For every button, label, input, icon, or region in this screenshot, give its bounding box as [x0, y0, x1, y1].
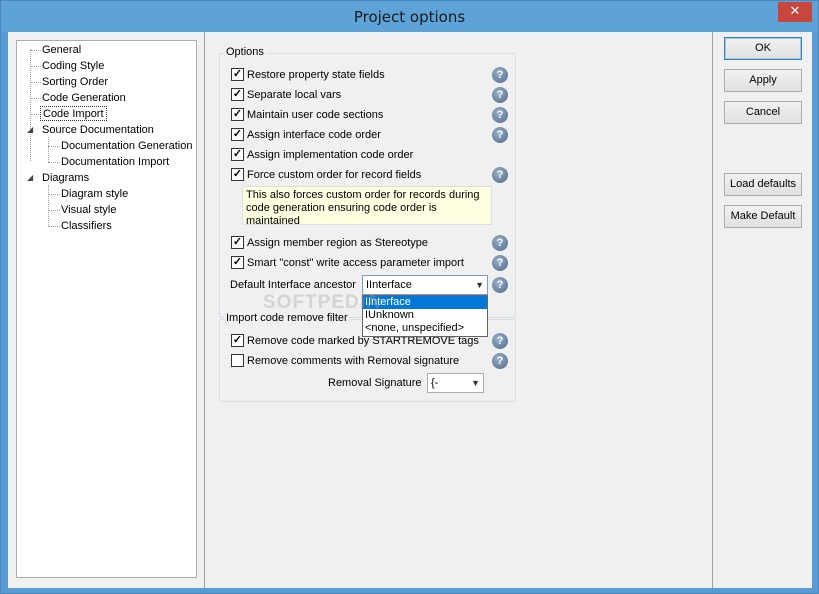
help-icon[interactable]: ? — [492, 87, 508, 103]
selected-value: IInterface — [366, 279, 412, 291]
window-title: Project options — [353, 8, 466, 26]
checkbox-label: Separate local vars — [247, 89, 342, 101]
help-icon[interactable]: ? — [492, 167, 508, 183]
assign-implementation-order-checkbox[interactable]: ✓ — [231, 148, 244, 161]
separate-local-vars-checkbox[interactable]: ✓ — [231, 88, 244, 101]
project-options-window: Project options ✕ ◢ ◢ General Coding Sty… — [0, 0, 819, 594]
ok-button[interactable]: OK — [724, 37, 802, 60]
tree-item-classifiers[interactable]: Classifiers — [61, 219, 112, 234]
separate-local-vars-row[interactable]: ✓ Separate local vars — [231, 87, 511, 103]
checkbox-label: Assign member region as Stereotype — [247, 237, 428, 249]
smart-const-checkbox[interactable]: ✓ — [231, 256, 244, 269]
tree-line — [31, 66, 41, 67]
tree-item-sorting-order[interactable]: Sorting Order — [42, 75, 108, 90]
checkbox-label: Force custom order for record fields — [247, 169, 422, 181]
removal-signature-select[interactable]: {- ▼ — [427, 373, 484, 393]
options-group-label: Options — [224, 46, 266, 58]
assign-implementation-order-row[interactable]: ✓ Assign implementation code order — [231, 147, 511, 163]
tree-item-visual-style[interactable]: Visual style — [61, 203, 116, 218]
restore-property-state-row[interactable]: ✓ Restore property state fields — [231, 67, 511, 83]
checkbox-label: Smart "const" write access parameter imp… — [247, 257, 464, 269]
checkbox-label: Restore property state fields — [247, 69, 385, 81]
help-icon[interactable]: ? — [492, 107, 508, 123]
tree-line — [48, 185, 49, 227]
help-icon[interactable]: ? — [492, 333, 508, 349]
default-interface-ancestor-select[interactable]: IInterface ▼ — [362, 275, 488, 295]
tree-line — [31, 50, 41, 51]
tree-item-coding-style[interactable]: Coding Style — [42, 59, 104, 74]
maintain-user-code-checkbox[interactable]: ✓ — [231, 108, 244, 121]
chevron-down-icon: ▼ — [475, 280, 484, 290]
tree-item-source-documentation[interactable]: Source Documentation — [42, 123, 154, 138]
tree-item-code-generation[interactable]: Code Generation — [42, 91, 126, 106]
load-defaults-button[interactable]: Load defaults — [724, 173, 802, 196]
dropdown-option[interactable]: IInterface — [363, 296, 487, 309]
force-custom-order-row[interactable]: ✓ Force custom order for record fields — [231, 167, 511, 183]
remove-startremove-checkbox[interactable]: ✓ — [231, 334, 244, 347]
tree-item-code-import[interactable]: Code Import — [40, 106, 107, 121]
dropdown-option[interactable]: <none, unspecified> — [363, 322, 487, 335]
default-interface-ancestor-label: Default Interface ancestor — [230, 279, 356, 291]
collapse-triangle-icon[interactable]: ◢ — [27, 173, 33, 182]
tree-line — [48, 210, 60, 211]
tree-line — [48, 146, 60, 147]
apply-button[interactable]: Apply — [724, 69, 802, 92]
close-button[interactable]: ✕ — [778, 2, 812, 22]
cancel-button[interactable]: Cancel — [724, 101, 802, 124]
ancestor-dropdown-list[interactable]: IInterface IUnknown <none, unspecified> — [362, 295, 488, 337]
pane-divider[interactable] — [712, 32, 713, 588]
assign-interface-order-row[interactable]: ✓ Assign interface code order — [231, 127, 511, 143]
make-default-button[interactable]: Make Default — [724, 205, 802, 228]
tree-line — [48, 226, 60, 227]
checkbox-label: Remove comments with Removal signature — [247, 355, 460, 367]
help-icon[interactable]: ? — [492, 277, 508, 293]
help-icon[interactable]: ? — [492, 255, 508, 271]
help-icon[interactable]: ? — [492, 127, 508, 143]
tree-item-diagrams[interactable]: Diagrams — [42, 171, 89, 186]
options-tree[interactable]: ◢ ◢ General Coding Style Sorting Order C… — [16, 40, 197, 578]
dialog-client-area: ◢ ◢ General Coding Style Sorting Order C… — [8, 32, 812, 588]
tree-line — [31, 98, 41, 99]
selected-value: {- — [431, 377, 439, 389]
title-bar[interactable]: Project options ✕ — [1, 1, 818, 32]
checkbox-label: Maintain user code sections — [247, 109, 384, 121]
maintain-user-code-row[interactable]: ✓ Maintain user code sections — [231, 107, 511, 123]
help-icon[interactable]: ? — [492, 235, 508, 251]
help-icon[interactable]: ? — [492, 67, 508, 83]
remove-comments-row[interactable]: Remove comments with Removal signature — [231, 353, 511, 369]
tree-item-documentation-import[interactable]: Documentation Import — [61, 155, 169, 170]
tree-line — [48, 162, 60, 163]
remove-comments-checkbox[interactable] — [231, 354, 244, 367]
force-custom-order-checkbox[interactable]: ✓ — [231, 168, 244, 181]
tree-item-documentation-generation[interactable]: Documentation Generation — [61, 139, 192, 154]
assign-interface-order-checkbox[interactable]: ✓ — [231, 128, 244, 141]
chevron-down-icon: ▼ — [471, 378, 480, 388]
help-icon[interactable]: ? — [492, 353, 508, 369]
pane-divider[interactable] — [204, 32, 205, 588]
removal-signature-label: Removal Signature — [328, 377, 422, 389]
tree-item-diagram-style[interactable]: Diagram style — [61, 187, 128, 202]
force-order-note: This also forces custom order for record… — [242, 186, 492, 225]
member-region-stereotype-row[interactable]: ✓ Assign member region as Stereotype — [231, 235, 511, 251]
tree-line — [48, 194, 60, 195]
dropdown-option[interactable]: IUnknown — [363, 309, 487, 322]
collapse-triangle-icon[interactable]: ◢ — [27, 125, 33, 134]
tree-line — [48, 137, 49, 162]
member-region-stereotype-checkbox[interactable]: ✓ — [231, 236, 244, 249]
smart-const-row[interactable]: ✓ Smart "const" write access parameter i… — [231, 255, 511, 271]
checkbox-label: Assign interface code order — [247, 129, 381, 141]
restore-property-state-checkbox[interactable]: ✓ — [231, 68, 244, 81]
tree-item-general[interactable]: General — [42, 43, 81, 58]
checkbox-label: Assign implementation code order — [247, 149, 414, 161]
watermark: SOFTPEDIA — [263, 292, 381, 313]
tree-line — [31, 82, 41, 83]
